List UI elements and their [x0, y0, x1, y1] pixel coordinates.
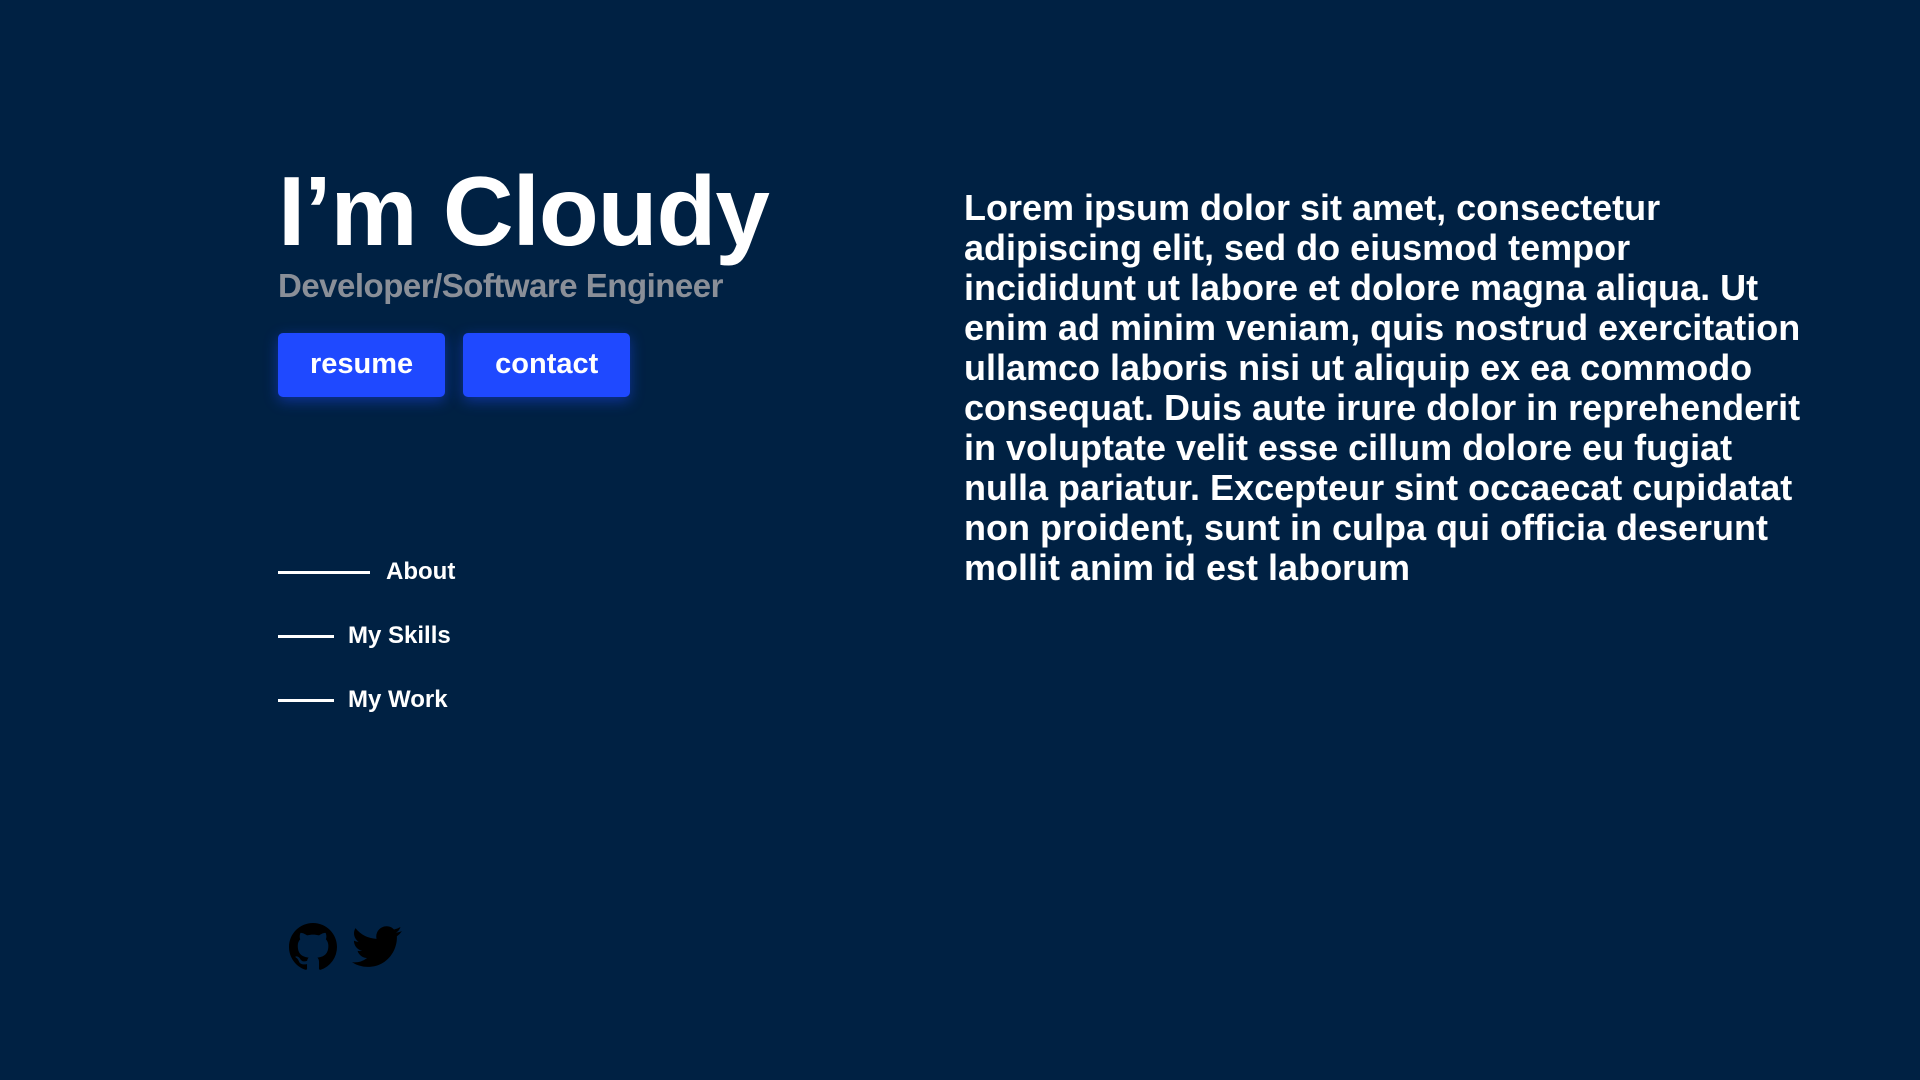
portfolio-page: I’m Cloudy Developer/Software Engineer r…	[0, 0, 1920, 1080]
hero-section: I’m Cloudy Developer/Software Engineer r…	[278, 160, 898, 397]
nav-item-label: My Work	[348, 686, 448, 713]
about-text: Lorem ipsum dolor sit amet, consectetur …	[964, 187, 1801, 588]
github-icon[interactable]	[287, 922, 339, 972]
contact-button[interactable]: contact	[463, 332, 631, 397]
nav-indicator-line	[278, 698, 334, 702]
page-subtitle: Developer/Software Engineer	[278, 266, 723, 304]
section-nav: About My Skills My Work	[278, 540, 455, 732]
nav-item-about[interactable]: About	[278, 540, 455, 604]
twitter-icon[interactable]	[351, 922, 403, 972]
nav-item-label: About	[386, 558, 456, 585]
nav-indicator-line	[278, 570, 370, 574]
nav-item-my-skills[interactable]: My Skills	[278, 604, 455, 668]
page-title: I’m Cloudy	[278, 156, 770, 266]
social-links	[287, 922, 403, 972]
nav-item-my-work[interactable]: My Work	[278, 668, 455, 732]
nav-indicator-line	[278, 634, 334, 638]
hero-actions: resume contact	[278, 332, 898, 397]
nav-item-label: My Skills	[348, 622, 451, 649]
resume-button[interactable]: resume	[278, 332, 446, 397]
